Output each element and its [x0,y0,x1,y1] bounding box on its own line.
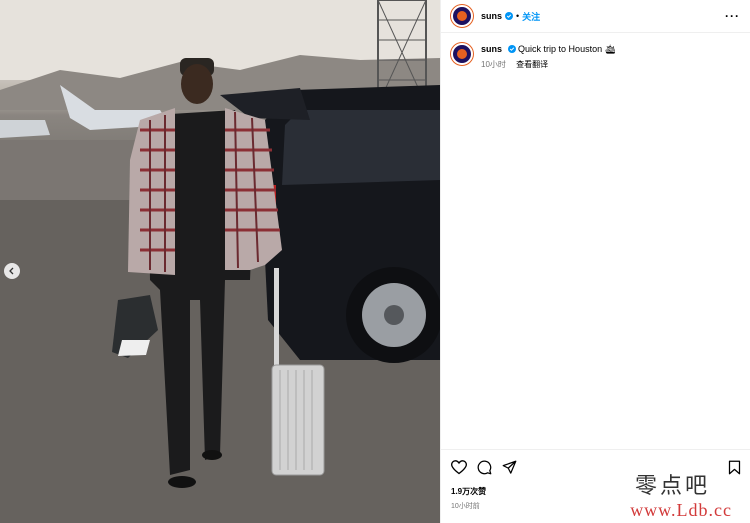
suns-logo-icon [457,49,467,59]
chevron-left-icon [9,267,14,275]
suns-logo-icon [457,11,467,21]
avatar[interactable] [451,5,473,27]
post-side-panel: suns • 关注 ··· suns Quick trip to Houston… [440,0,750,523]
more-options-button[interactable]: ··· [725,9,740,23]
caption-meta: 10小时 查看翻译 [481,59,616,71]
heart-icon[interactable] [451,460,467,475]
caption-time[interactable]: 10小时 [481,60,506,69]
photo-scene [0,0,440,523]
site-watermark: 零点吧 www.Ldb.cc [630,468,732,521]
watermark-url: www.Ldb.cc [630,500,732,520]
verified-badge-icon [507,45,516,53]
post-photo [0,0,440,523]
caption-avatar[interactable] [451,43,473,65]
post-header: suns • 关注 ··· [441,0,750,33]
caption-text: Quick trip to Houston [518,44,603,54]
follow-button[interactable]: 关注 [522,10,540,23]
account-name[interactable]: suns [481,11,502,21]
caption-body: suns Quick trip to Houston 🛳 10小时 查看翻译 [481,43,616,71]
caption: suns Quick trip to Houston 🛳 10小时 查看翻译 [441,33,750,71]
comment-icon[interactable] [477,460,492,475]
carousel-prev-button[interactable] [4,263,20,279]
share-icon[interactable] [502,460,517,475]
caption-emoji: 🛳 [604,44,617,54]
verified-badge-icon [505,12,514,20]
separator-dot: • [516,11,520,21]
see-translation-link[interactable]: 查看翻译 [516,60,548,69]
caption-account-name[interactable]: suns [481,44,502,54]
watermark-cn: 零点吧 [634,474,710,499]
